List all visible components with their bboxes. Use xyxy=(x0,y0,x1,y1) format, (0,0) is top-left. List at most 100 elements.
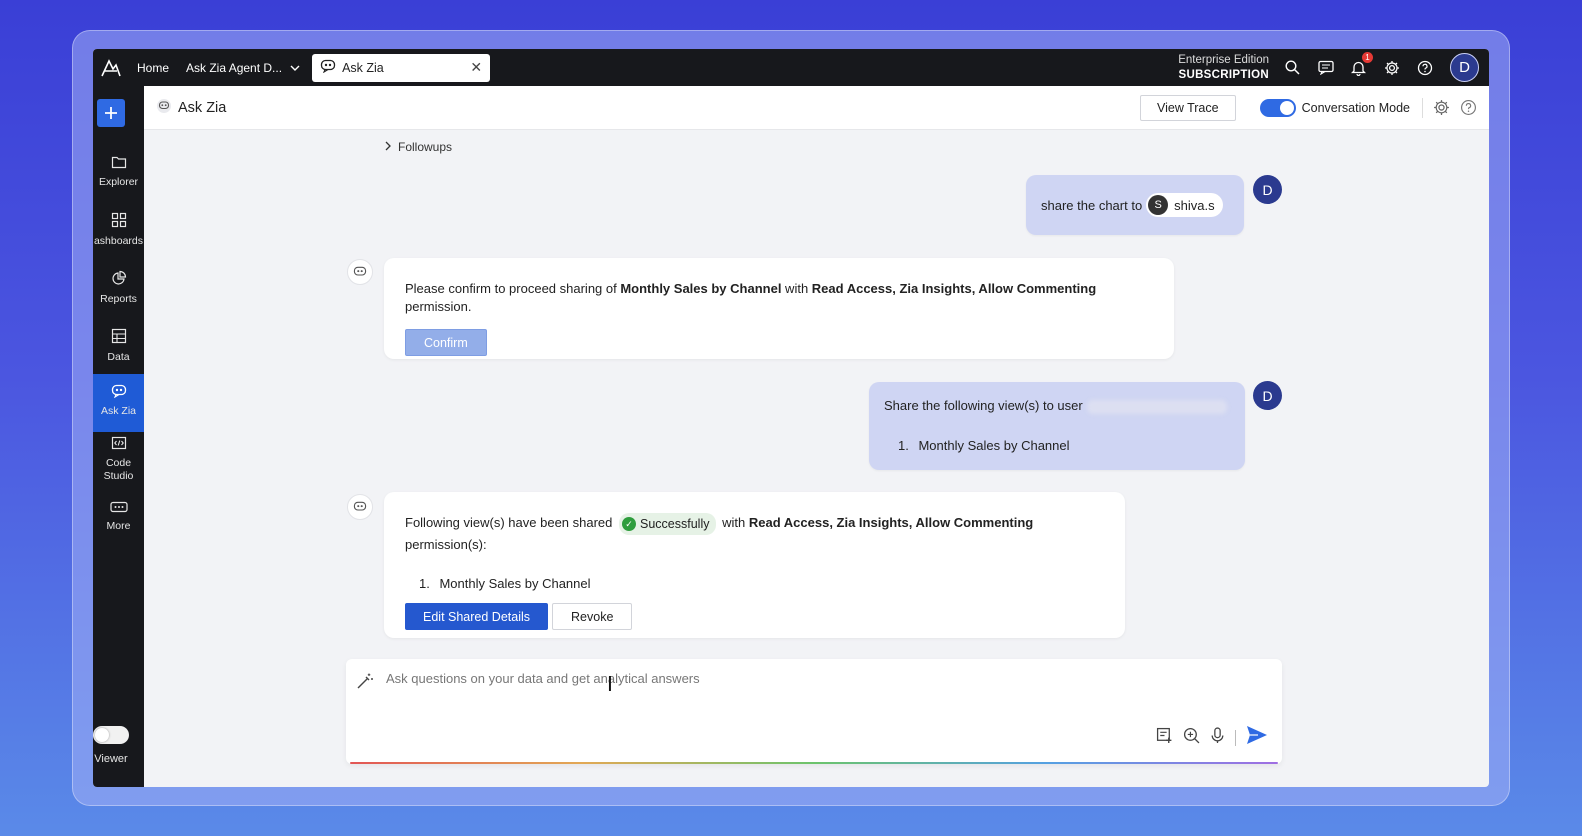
tab-ask-zia[interactable]: Ask Zia ✕ xyxy=(312,53,491,82)
list-number: 1. xyxy=(898,437,909,453)
conversation-mode-label: Conversation Mode xyxy=(1301,100,1410,115)
help-icon[interactable] xyxy=(1415,58,1434,77)
list-item: 1. Monthly Sales by Channel xyxy=(884,438,1230,453)
conversation-mode-toggle[interactable] xyxy=(1259,98,1296,117)
subscription-link[interactable]: SUBSCRIPTION xyxy=(1178,68,1269,83)
sidebar: Explorer ashboards Reports Data Ask Zia xyxy=(93,86,144,787)
workspace-label: Ask Zia Agent D... xyxy=(186,60,283,75)
input-divider xyxy=(1235,729,1236,746)
followups-toggle[interactable]: Followups xyxy=(384,140,452,154)
comments-icon[interactable] xyxy=(1316,58,1335,77)
add-button[interactable] xyxy=(97,99,125,127)
user-avatar: D xyxy=(1253,175,1282,204)
sidebar-item-label: Code Studio xyxy=(104,457,134,483)
user-avatar[interactable]: D xyxy=(1450,53,1479,82)
sidebar-item-explorer[interactable]: Explorer xyxy=(93,155,144,189)
magic-wand-icon[interactable] xyxy=(356,672,374,695)
list-item-text: Monthly Sales by Channel xyxy=(439,576,591,591)
sidebar-item-label: Data xyxy=(107,351,130,363)
user-message-text: Share the following view(s) to user xyxy=(884,398,1083,413)
search-icon[interactable] xyxy=(1283,58,1302,77)
revoke-button[interactable]: Revoke xyxy=(552,603,633,630)
app-logo-icon[interactable] xyxy=(97,58,125,78)
followups-label: Followups xyxy=(398,140,453,154)
gear-icon[interactable] xyxy=(1382,58,1401,77)
page-title: Ask Zia xyxy=(156,98,226,118)
zia-icon xyxy=(156,98,172,118)
more-icon xyxy=(109,501,128,516)
user-message-text: share the chart to xyxy=(1041,197,1143,213)
confirm-suffix: permission. xyxy=(405,299,472,314)
chevron-down-icon xyxy=(290,61,300,75)
table-icon xyxy=(111,328,127,347)
dashboards-icon xyxy=(111,212,127,231)
zia-icon xyxy=(111,384,127,401)
chat-input-box: I xyxy=(346,659,1282,764)
zia-icon xyxy=(320,59,336,76)
viewer-label: Viewer xyxy=(94,753,128,765)
user-mention-chip[interactable]: S shiva.s xyxy=(1146,193,1223,217)
blurred-username xyxy=(1086,399,1227,414)
edition-info: Enterprise Edition SUBSCRIPTION xyxy=(1178,53,1269,83)
shared-prefix: Following view(s) have been shared xyxy=(405,515,613,530)
view-trace-button[interactable]: View Trace xyxy=(1139,94,1236,121)
confirm-middle: with xyxy=(781,281,812,296)
confirm-prefix: Please confirm to proceed sharing of xyxy=(405,281,621,296)
zia-bot-icon xyxy=(347,494,373,520)
sidebar-item-dashboards[interactable]: ashboards xyxy=(93,212,144,248)
list-item: 1. Monthly Sales by Channel xyxy=(405,576,1104,591)
bell-icon[interactable]: 1 xyxy=(1349,52,1373,77)
confirm-text: Please confirm to proceed sharing of Mon… xyxy=(405,280,1153,316)
help-icon[interactable] xyxy=(1460,99,1477,116)
chat-area: Followups share the chart to S shiva.s D… xyxy=(144,130,1489,787)
header-divider xyxy=(1422,97,1423,118)
permissions-text: Read Access, Zia Insights, Allow Comment… xyxy=(748,515,1034,530)
user-message: Share the following view(s) to user 1. M… xyxy=(869,382,1245,470)
code-label-line2: Studio xyxy=(103,470,134,482)
zoom-search-icon[interactable] xyxy=(1183,727,1200,749)
user-message: share the chart to S shiva.s xyxy=(1026,175,1244,235)
code-label-line1: Code xyxy=(105,457,132,469)
permissions-text: Read Access, Zia Insights, Allow Comment… xyxy=(811,281,1097,296)
list-item-text: Monthly Sales by Channel xyxy=(918,437,1070,453)
sidebar-item-reports[interactable]: Reports xyxy=(93,270,144,306)
sidebar-item-label: Reports xyxy=(100,293,137,305)
sidebar-item-label: Explorer xyxy=(98,176,139,188)
user-avatar: D xyxy=(1253,381,1282,410)
question-input[interactable] xyxy=(386,671,1186,686)
workspace-dropdown[interactable]: Ask Zia Agent D... xyxy=(186,61,300,75)
sidebar-item-code-studio[interactable]: Code Studio xyxy=(93,436,144,483)
confirm-button[interactable]: Confirm xyxy=(405,329,487,356)
text-cursor-icon: I xyxy=(607,672,613,696)
sidebar-item-more[interactable]: More xyxy=(93,501,144,533)
chevron-right-icon xyxy=(384,140,392,154)
sidebar-item-label: Ask Zia xyxy=(100,405,136,417)
reports-icon xyxy=(111,270,127,289)
viewer-toggle[interactable] xyxy=(93,726,129,744)
top-bar: Home Ask Zia Agent D... Ask Zia ✕ Enterp… xyxy=(93,49,1489,86)
edition-name: Enterprise Edition xyxy=(1178,53,1269,66)
settings-icon[interactable] xyxy=(1433,99,1450,116)
send-icon[interactable] xyxy=(1246,725,1268,750)
page-title-text: Ask Zia xyxy=(178,99,227,116)
sidebar-item-label: ashboards xyxy=(93,235,144,247)
microphone-icon[interactable] xyxy=(1210,726,1225,749)
sidebar-item-ask-zia[interactable]: Ask Zia xyxy=(93,374,144,432)
status-badge-text: Successfully xyxy=(640,517,710,531)
edit-shared-details-button[interactable]: Edit Shared Details xyxy=(405,603,549,630)
status-badge: ✓ Successfully xyxy=(619,513,716,535)
shared-text: Following view(s) have been shared ✓ Suc… xyxy=(405,513,1104,555)
zia-bot-icon xyxy=(347,259,373,285)
insert-template-icon[interactable] xyxy=(1156,727,1173,749)
app-window: Home Ask Zia Agent D... Ask Zia ✕ Enterp… xyxy=(93,49,1489,787)
user-message-line: Share the following view(s) to user xyxy=(884,398,1230,414)
tab-label: Ask Zia xyxy=(342,60,384,75)
close-icon[interactable]: ✕ xyxy=(470,59,482,76)
bot-message-confirm: Please confirm to proceed sharing of Mon… xyxy=(384,258,1174,359)
sidebar-item-data[interactable]: Data xyxy=(93,328,144,364)
notification-badge: 1 xyxy=(1362,52,1373,63)
nav-home-link[interactable]: Home xyxy=(137,61,169,75)
shared-middle: with xyxy=(722,515,749,530)
page-header: Ask Zia View Trace Conversation Mode xyxy=(144,86,1489,130)
view-name: Monthly Sales by Channel xyxy=(620,281,782,296)
